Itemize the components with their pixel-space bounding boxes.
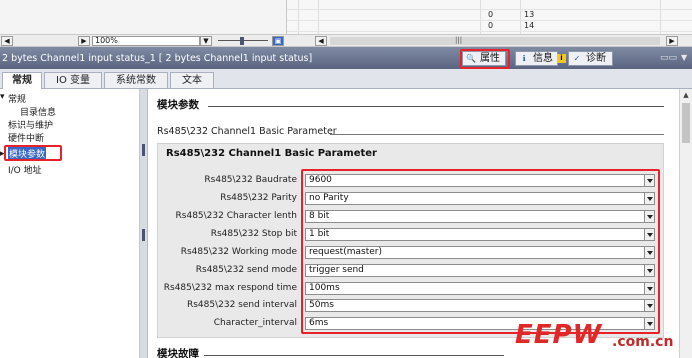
param-label-parity: Rs485\232 Parity: [220, 193, 297, 203]
scroll-up-icon[interactable]: ▲: [681, 90, 691, 100]
splitter-grip: [142, 144, 145, 156]
watermark-logo: EEPW: [515, 320, 603, 350]
param-label-send-interval: Rs485\232 send interval: [186, 300, 297, 310]
top-left-pane: [0, 0, 287, 34]
zoom-value: 100%: [95, 36, 118, 45]
vertical-scrollbar[interactable]: ▲: [679, 89, 692, 358]
tab-properties-label: 属性: [480, 53, 500, 64]
chevron-down-icon[interactable]: [644, 283, 654, 294]
stop-bit-value: 1 bit: [309, 229, 330, 239]
param-label-max-respond-time: Rs485\232 max respond time: [163, 283, 297, 293]
param-label-baudrate: Rs485\232 Baudrate: [204, 175, 297, 185]
tree-item-identification[interactable]: 标识与维护: [8, 118, 53, 131]
character-length-value: 8 bit: [309, 211, 330, 221]
tree-expand-icon[interactable]: ▸: [0, 149, 5, 159]
tree-item-hardware-interrupt[interactable]: 硬件中断: [8, 131, 44, 144]
tab-texts[interactable]: 文本: [170, 72, 214, 88]
section-divider: [208, 106, 664, 107]
chevron-down-icon[interactable]: [644, 265, 654, 276]
tab-properties[interactable]: 🔍 属性: [462, 51, 506, 66]
chevron-down-icon[interactable]: [644, 175, 654, 186]
scroll-right-icon[interactable]: ▶: [666, 36, 678, 46]
tab-info-label: 信息: [533, 53, 553, 64]
baudrate-select[interactable]: 9600: [305, 174, 655, 187]
chevron-down-icon[interactable]: [644, 193, 654, 204]
parameter-panel-title: Rs485\232 Channel1 Basic Parameter: [166, 148, 377, 159]
next-section-title: 模块故障: [157, 348, 199, 358]
param-label-character-length: Rs485\232 Character lenth: [175, 211, 297, 221]
character-interval-value: 6ms: [309, 318, 329, 328]
tree-item-catalog-info[interactable]: 目录信息: [20, 105, 56, 118]
table-cell: 0: [488, 21, 494, 30]
horizontal-scrollbar[interactable]: |||: [330, 36, 660, 45]
table-grid-line: [298, 0, 299, 34]
info-badge-icon: i: [557, 54, 566, 63]
send-mode-value: trigger send: [309, 265, 364, 275]
group-title: Rs485\232 Channel1 Basic Parameter: [157, 126, 337, 137]
scroll-right-icon[interactable]: ▶: [78, 36, 90, 46]
baudrate-value: 9600: [309, 175, 332, 185]
scroll-left-icon[interactable]: ◀: [1, 36, 13, 46]
working-mode-select[interactable]: request(master): [305, 246, 655, 259]
tree-item-general[interactable]: 常规: [8, 92, 26, 105]
character-interval-select[interactable]: 6ms: [305, 317, 655, 330]
send-interval-select[interactable]: 50ms: [305, 299, 655, 312]
tab-system-constants[interactable]: 系统常数: [104, 72, 168, 88]
tab-diagnostics[interactable]: ✓ 诊断: [568, 51, 613, 66]
panel-layout-icon[interactable]: ▭▭: [660, 53, 677, 63]
tab-info[interactable]: ℹ 信息: [515, 51, 558, 66]
properties-icon: 🔍: [466, 54, 476, 63]
table-grid-line: [480, 0, 481, 34]
info-icon: ℹ: [522, 54, 526, 63]
send-interval-value: 50ms: [309, 300, 334, 310]
fit-view-icon[interactable]: ▣: [272, 36, 284, 46]
inspector-title: 2 bytes Channel1 input status_1 [ 2 byte…: [2, 53, 313, 64]
tab-diagnostics-label: 诊断: [586, 53, 606, 64]
table-grid-line: [660, 0, 661, 34]
inspector-title-bar: 2 bytes Channel1 input status_1 [ 2 byte…: [0, 47, 692, 69]
tab-io-tags[interactable]: IO 变量: [44, 72, 102, 88]
collapse-panel-icon[interactable]: ▼: [681, 53, 687, 62]
tab-general[interactable]: 常规: [2, 72, 42, 89]
chevron-down-icon[interactable]: [644, 211, 654, 222]
tree-expand-icon[interactable]: ▾: [0, 92, 5, 102]
stop-bit-select[interactable]: 1 bit: [305, 228, 655, 241]
table-cell: 0: [488, 10, 494, 19]
param-label-stop-bit: Rs485\232 Stop bit: [210, 229, 297, 239]
chevron-down-icon[interactable]: [644, 229, 654, 240]
parity-value: no Parity: [309, 193, 349, 203]
working-mode-value: request(master): [309, 247, 382, 257]
scrollbar-thumb[interactable]: [682, 103, 690, 143]
table-grid-line: [520, 0, 521, 34]
zoom-select[interactable]: 100%: [92, 36, 200, 46]
group-divider: [330, 134, 664, 135]
table-grid-line: [287, 31, 692, 32]
parity-select[interactable]: no Parity: [305, 192, 655, 205]
table-cell: 13: [524, 10, 535, 19]
inspector-subtabs: 常规 IO 变量 系统常数 文本: [0, 69, 692, 89]
diagnostics-icon: ✓: [573, 54, 581, 63]
table-grid-line: [318, 0, 319, 34]
max-respond-time-select[interactable]: 100ms: [305, 282, 655, 295]
scroll-left-icon[interactable]: ◀: [315, 36, 327, 46]
zoom-dropdown-icon[interactable]: ▼: [200, 36, 212, 46]
param-label-send-mode: Rs485\232 send mode: [195, 265, 297, 275]
character-length-select[interactable]: 8 bit: [305, 210, 655, 223]
view-toolbar: ◀ ▶ 100% ▼ ▣ ◀ ||| ▶: [0, 34, 692, 47]
zoom-slider-handle[interactable]: [240, 37, 244, 45]
send-mode-select[interactable]: trigger send: [305, 264, 655, 277]
chevron-down-icon[interactable]: [644, 318, 654, 329]
max-respond-time-value: 100ms: [309, 283, 340, 293]
chevron-down-icon[interactable]: [644, 247, 654, 258]
tree-item-module-parameters[interactable]: 模块参数: [8, 147, 47, 160]
section-divider: [204, 355, 504, 356]
chevron-down-icon[interactable]: [644, 300, 654, 311]
param-label-character-interval: Character_interval: [213, 318, 297, 328]
section-title: 模块参数: [157, 99, 199, 111]
watermark-domain: .com.cn: [612, 334, 674, 350]
table-cell: 14: [524, 21, 535, 30]
param-label-working-mode: Rs485\232 Working mode: [180, 247, 297, 257]
